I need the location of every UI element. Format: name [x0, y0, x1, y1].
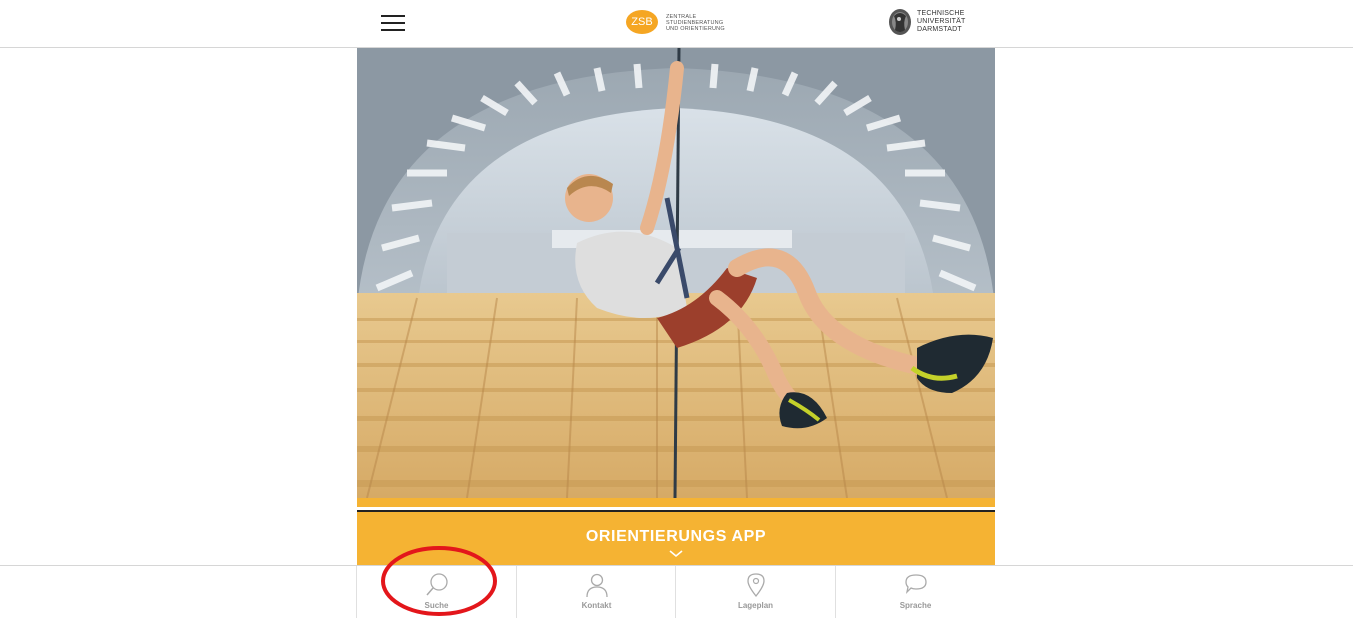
- hamburger-menu-button[interactable]: [381, 14, 407, 32]
- menu-line: [381, 15, 405, 17]
- zsb-badge: ZSB: [626, 10, 658, 34]
- zsb-logo[interactable]: ZSB ZENTRALE STUDIENBERATUNG UND ORIENTI…: [626, 10, 736, 36]
- map-pin-icon: [747, 573, 765, 598]
- orientierungs-app-banner[interactable]: ORIENTIERUNGS APP: [357, 512, 995, 565]
- tab-label: Kontakt: [581, 601, 612, 610]
- top-header: ZSB ZENTRALE STUDIENBERATUNG UND ORIENTI…: [0, 0, 1353, 48]
- person-icon: [586, 573, 608, 598]
- menu-line: [381, 22, 405, 24]
- athene-emblem-icon: [889, 9, 911, 35]
- tab-kontakt[interactable]: Kontakt: [517, 566, 676, 618]
- tab-suche[interactable]: Suche: [357, 566, 516, 618]
- banner-top-stripe: [357, 498, 995, 507]
- tu-logo-text: TECHNISCHE UNIVERSITÄT DARMSTADT: [917, 10, 966, 33]
- zsb-logo-text: ZENTRALE STUDIENBERATUNG UND ORIENTIERUN…: [666, 14, 725, 32]
- hero-image: [357, 48, 995, 498]
- tab-label: Suche: [424, 601, 449, 610]
- speech-bubble-icon: [905, 574, 927, 594]
- tab-sprache[interactable]: Sprache: [836, 566, 995, 618]
- tab-label: Lageplan: [737, 601, 774, 610]
- banner-title: ORIENTIERUNGS APP: [585, 528, 767, 545]
- bottom-tab-bar: Suche Kontakt Lageplan Sprache: [0, 565, 1353, 618]
- tu-darmstadt-logo[interactable]: TECHNISCHE UNIVERSITÄT DARMSTADT: [888, 8, 978, 38]
- chevron-down-icon[interactable]: [669, 550, 683, 558]
- tab-lageplan[interactable]: Lageplan: [676, 566, 835, 618]
- search-icon: [426, 573, 448, 596]
- tab-label: Sprache: [899, 601, 932, 610]
- hero-illustration: [357, 48, 995, 498]
- menu-line: [381, 29, 405, 31]
